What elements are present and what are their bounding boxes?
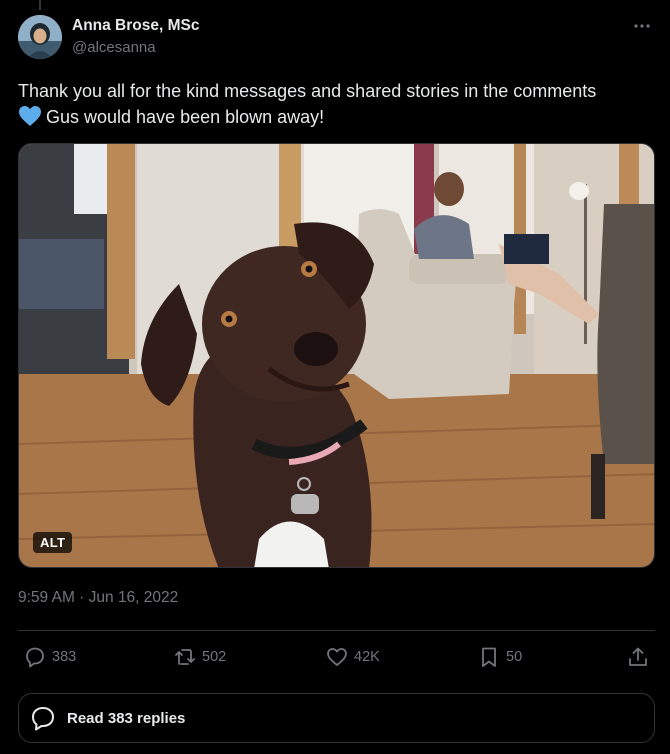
repost-button[interactable]: 502 bbox=[173, 645, 226, 669]
tweet-text-line-2: Gus would have been blown away! bbox=[18, 104, 658, 134]
author-block: Anna Brose, MSc @alcesanna bbox=[72, 17, 199, 58]
tweet-text: Thank you all for the kind messages and … bbox=[18, 78, 658, 134]
thread-line bbox=[39, 0, 41, 10]
tweet-text-line-1: Thank you all for the kind messages and … bbox=[18, 81, 597, 101]
tweet-text-line-2-text: Gus would have been blown away! bbox=[46, 107, 325, 127]
alt-text-badge[interactable]: ALT bbox=[33, 532, 73, 553]
display-name[interactable]: Anna Brose, MSc bbox=[72, 17, 199, 35]
like-button[interactable]: 42K bbox=[325, 645, 380, 669]
repost-icon bbox=[173, 645, 197, 669]
reply-count: 383 bbox=[52, 649, 77, 665]
tweet-detail: Anna Brose, MSc @alcesanna Thank you all… bbox=[0, 0, 670, 754]
bookmark-count: 50 bbox=[506, 649, 523, 665]
read-replies-button[interactable]: Read 383 replies bbox=[18, 693, 655, 743]
tweet-photo[interactable]: ALT bbox=[18, 143, 655, 568]
bookmark-button[interactable]: 50 bbox=[477, 645, 522, 669]
divider bbox=[18, 630, 655, 631]
read-replies-label: Read 383 replies bbox=[67, 709, 186, 727]
action-bar: 383 502 42K 50 bbox=[18, 645, 655, 671]
reply-button[interactable]: 383 bbox=[23, 645, 76, 669]
avatar[interactable] bbox=[18, 15, 62, 59]
post-timestamp[interactable]: 9:59 AM · Jun 16, 2022 bbox=[18, 589, 178, 607]
blue-heart-emoji-icon bbox=[18, 105, 42, 134]
chat-bubble-icon bbox=[29, 704, 57, 732]
repost-count: 502 bbox=[202, 649, 227, 665]
like-icon bbox=[325, 645, 349, 669]
share-icon bbox=[626, 645, 650, 669]
reply-icon bbox=[23, 645, 47, 669]
like-count: 42K bbox=[354, 649, 380, 665]
dog-photo bbox=[19, 144, 654, 567]
share-button[interactable] bbox=[626, 645, 650, 669]
user-handle[interactable]: @alcesanna bbox=[72, 38, 199, 58]
bookmark-icon bbox=[477, 645, 501, 669]
more-icon[interactable] bbox=[632, 16, 652, 36]
